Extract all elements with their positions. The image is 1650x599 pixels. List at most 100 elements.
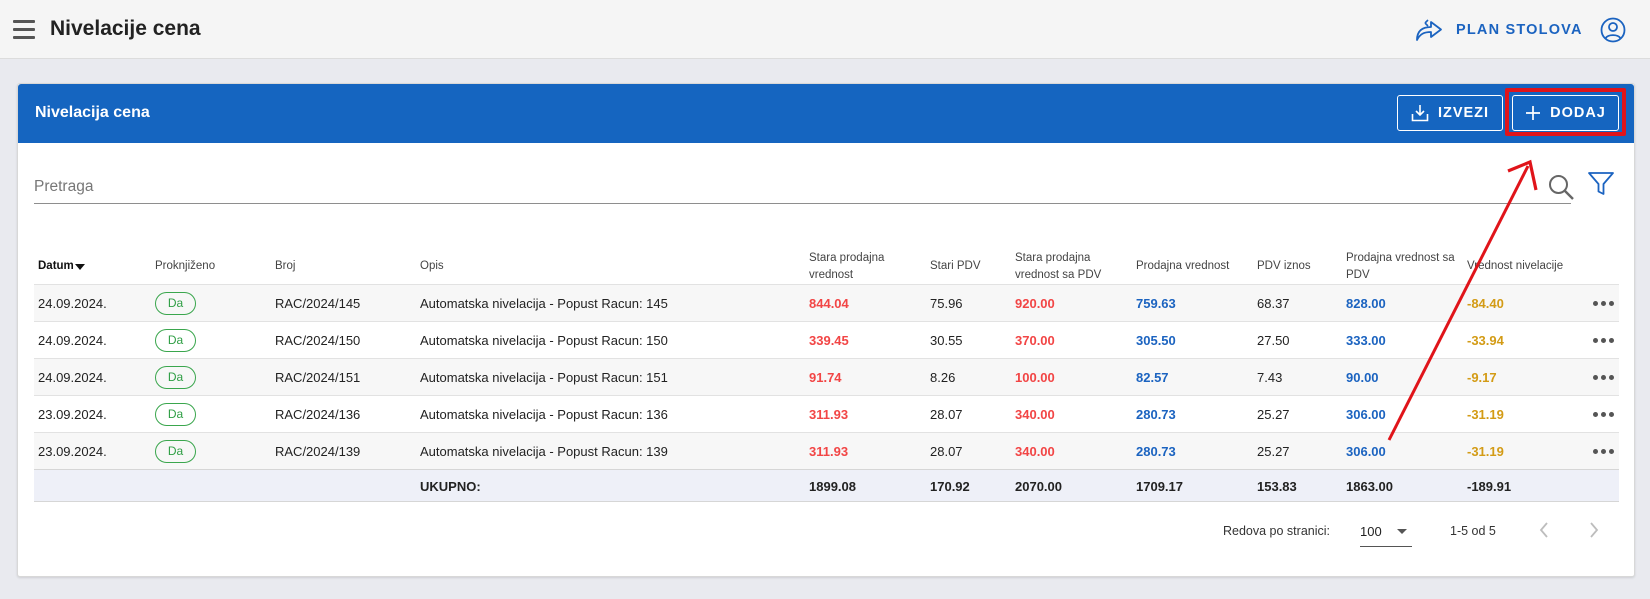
table-row[interactable]: 24.09.2024. Da RAC/2024/145 Automatska n… (34, 284, 1619, 321)
cell-pdv: 25.27 (1257, 407, 1290, 422)
cell-opis: Automatska nivelacija - Popust Racun: 15… (420, 370, 668, 385)
cell-stara-sa-pdv: 370.00 (1015, 333, 1055, 348)
page-title: Nivelacije cena (50, 17, 201, 40)
column-header-broj: Broj (275, 260, 296, 272)
more-options-icon[interactable] (1593, 375, 1615, 381)
cell-nivelacija: -33.94 (1467, 333, 1504, 348)
cell-opis: Automatska nivelacija - Popust Racun: 13… (420, 407, 668, 422)
cell-broj: RAC/2024/145 (275, 296, 361, 311)
more-options-icon[interactable] (1593, 449, 1615, 455)
cell-pdv: 7.43 (1257, 370, 1283, 385)
annotation-highlight-box (1505, 88, 1626, 136)
share-arrow-icon (1416, 19, 1442, 41)
status-badge: Da (155, 440, 196, 463)
cell-stara: 311.93 (809, 407, 849, 422)
cell-stari-pdv: 8.26 (930, 370, 956, 385)
cell-prodajna: 305.50 (1136, 333, 1176, 348)
column-header-opis: Opis (420, 260, 444, 272)
cell-stara-sa-pdv: 100.00 (1015, 370, 1055, 385)
column-header-prodajna-sa-pdv: Prodajna vrednost sa PDV (1346, 252, 1455, 281)
cell-stara: 91.74 (809, 370, 842, 385)
status-badge: Da (155, 329, 196, 352)
cell-pdv: 25.27 (1257, 444, 1290, 459)
chevron-down-icon (1397, 529, 1407, 534)
cell-prodajna-sa-pdv: 306.00 (1346, 407, 1386, 422)
cell-prodajna-sa-pdv: 333.00 (1346, 333, 1386, 348)
cell-nivelacija: -31.19 (1467, 444, 1504, 459)
account-icon[interactable] (1600, 17, 1626, 43)
rows-per-page-label: Redova po stranici: (1223, 524, 1331, 538)
column-header-datum[interactable]: Datum (38, 258, 85, 275)
chevron-right-icon[interactable] (1586, 519, 1602, 541)
status-badge: Da (155, 366, 196, 389)
cell-prodajna: 82.57 (1136, 370, 1169, 385)
pagination-range: 1-5 od 5 (1450, 524, 1496, 538)
rows-per-page-select[interactable]: 100 (1360, 515, 1412, 547)
total-prodajna: 1709.17 (1136, 479, 1183, 494)
card-title: Nivelacija cena (35, 104, 150, 121)
cell-nivelacija: -9.17 (1467, 370, 1497, 385)
table-row[interactable]: 24.09.2024. Da RAC/2024/151 Automatska n… (34, 358, 1619, 395)
app-bar: Nivelacije cena PLAN STOLOVA (0, 0, 1650, 59)
cell-datum: 23.09.2024. (38, 444, 107, 459)
cell-pdv: 27.50 (1257, 333, 1290, 348)
export-button[interactable]: IZVEZI (1397, 95, 1503, 131)
total-stari-pdv: 170.92 (930, 479, 970, 494)
column-header-prodajna: Prodajna vrednost (1136, 260, 1230, 272)
cell-stara-sa-pdv: 340.00 (1015, 407, 1055, 422)
column-header-pdv-iznos: PDV iznos (1257, 260, 1311, 272)
cell-opis: Automatska nivelacija - Popust Racun: 13… (420, 444, 668, 459)
export-label: IZVEZI (1437, 105, 1490, 121)
cell-prodajna: 759.63 (1136, 296, 1176, 311)
sort-desc-icon (74, 264, 85, 270)
cell-prodajna-sa-pdv: 90.00 (1346, 370, 1379, 385)
plan-stolova-label: PLAN STOLOVA (1456, 22, 1583, 38)
cell-stari-pdv: 28.07 (930, 444, 963, 459)
cell-datum: 23.09.2024. (38, 407, 107, 422)
total-prodajna-sa-pdv: 1863.00 (1346, 479, 1393, 494)
menu-icon[interactable] (13, 19, 35, 39)
more-options-icon[interactable] (1593, 412, 1615, 418)
more-options-icon[interactable] (1593, 338, 1615, 344)
download-icon (1411, 105, 1429, 122)
cell-stara-sa-pdv: 340.00 (1015, 444, 1055, 459)
cell-prodajna: 280.73 (1136, 444, 1176, 459)
column-header-stara-prodajna: Stara prodajna vrednost (809, 252, 885, 281)
cell-broj: RAC/2024/150 (275, 333, 361, 348)
cell-prodajna: 280.73 (1136, 407, 1176, 422)
cell-broj: RAC/2024/139 (275, 444, 361, 459)
search-input[interactable] (34, 172, 1434, 202)
cell-datum: 24.09.2024. (38, 333, 107, 348)
column-header-proknjizeno: Proknjiženo (155, 260, 216, 272)
table-row[interactable]: 23.09.2024. Da RAC/2024/136 Automatska n… (34, 395, 1619, 432)
total-stara-sa-pdv: 2070.00 (1015, 479, 1062, 494)
cell-stari-pdv: 28.07 (930, 407, 963, 422)
table-row[interactable]: 24.09.2024. Da RAC/2024/150 Automatska n… (34, 321, 1619, 358)
card-header: Nivelacija cena IZVEZI DODAJ (18, 84, 1634, 143)
cell-nivelacija: -31.19 (1467, 407, 1504, 422)
column-header-stari-pdv: Stari PDV (930, 260, 981, 272)
more-options-icon[interactable] (1593, 301, 1615, 307)
chevron-left-icon[interactable] (1536, 519, 1552, 541)
column-header-nivelacija: Vrednost nivelacije (1467, 260, 1564, 272)
search-icon[interactable] (1547, 173, 1575, 201)
cell-stari-pdv: 30.55 (930, 333, 963, 348)
totals-row: UKUPNO: 1899.08 170.92 2070.00 1709.17 1… (34, 469, 1619, 502)
cell-opis: Automatska nivelacija - Popust Racun: 15… (420, 333, 668, 348)
cell-broj: RAC/2024/136 (275, 407, 361, 422)
filter-icon[interactable] (1587, 170, 1615, 198)
cell-stara-sa-pdv: 920.00 (1015, 296, 1055, 311)
total-pdv: 153.83 (1257, 479, 1297, 494)
cell-broj: RAC/2024/151 (275, 370, 361, 385)
status-badge: Da (155, 292, 196, 315)
cell-opis: Automatska nivelacija - Popust Racun: 14… (420, 296, 668, 311)
cell-datum: 24.09.2024. (38, 296, 107, 311)
plan-stolova-button[interactable]: PLAN STOLOVA (1414, 16, 1583, 44)
cell-prodajna-sa-pdv: 828.00 (1346, 296, 1386, 311)
table-row[interactable]: 23.09.2024. Da RAC/2024/139 Automatska n… (34, 432, 1619, 469)
cell-pdv: 68.37 (1257, 296, 1290, 311)
search-bar (34, 172, 1571, 204)
status-badge: Da (155, 403, 196, 426)
rows-per-page-value: 100 (1360, 524, 1382, 539)
totals-label: UKUPNO: (420, 479, 481, 494)
